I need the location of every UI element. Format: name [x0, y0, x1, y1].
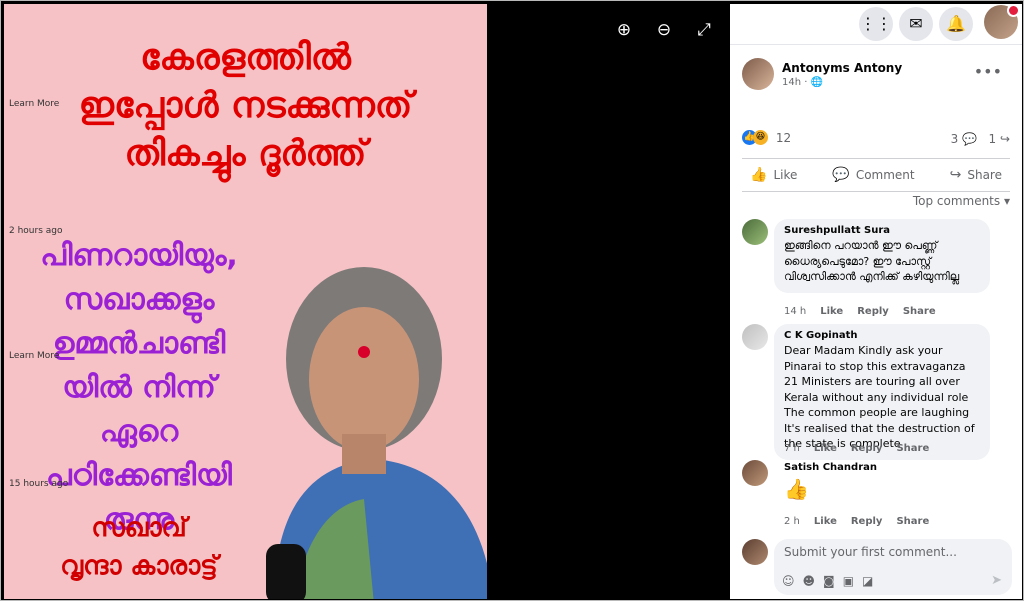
fullscreen-icon[interactable]: ⤢	[693, 19, 715, 41]
image-viewer-backdrop: ⊕ ⊖ ⤢	[487, 4, 729, 599]
poster-middle-line: സഖാക്കളും	[63, 282, 215, 317]
woman-photo	[266, 267, 487, 599]
comment-actions: 2 h Like Reply Share	[784, 516, 943, 527]
comment-input[interactable]: Submit your first comment... ☺☻◙▣◪ ➤	[774, 539, 1012, 595]
comment-time[interactable]: 14 h	[784, 306, 806, 317]
commenter-name[interactable]: Satish Chandran	[784, 462, 877, 473]
gif-icon[interactable]: ▣	[843, 574, 862, 588]
author-name[interactable]: Antonyms Antony	[782, 61, 902, 75]
composer-tools: ☺☻◙▣◪	[782, 574, 881, 588]
comment-bubble-icon: 💬	[962, 132, 978, 146]
reactions-summary[interactable]: 👍😆 12 3 💬 1 ↪	[742, 130, 1010, 150]
comment-input-placeholder: Submit your first comment...	[784, 545, 957, 559]
haha-reaction-icon: 😆	[753, 130, 768, 145]
overlay-learn-more[interactable]: Learn More	[9, 351, 59, 361]
comment-button[interactable]: 💬 Comment	[824, 167, 922, 183]
comment-icon: 💬	[832, 167, 850, 183]
comment-content: Satish Chandran 👍	[784, 462, 877, 501]
poster-signature-line: വൃന്ദാ കാരാട്ട്	[60, 551, 218, 581]
commenter-avatar[interactable]	[742, 460, 768, 486]
overlay-learn-more[interactable]: Learn More	[9, 99, 59, 109]
comment-time[interactable]: 7 h	[784, 443, 800, 454]
post-time[interactable]: 14h	[782, 77, 801, 88]
like-label: Like	[773, 168, 798, 182]
share-label: Share	[967, 168, 1002, 182]
shares-count[interactable]: 1	[988, 132, 996, 146]
avatar-sticker-icon[interactable]: ☺	[782, 574, 803, 588]
commenter-avatar[interactable]	[742, 219, 768, 245]
messenger-icon[interactable]: ✉	[899, 7, 933, 41]
poster-middle-line: പഠിക്കേണ്ടിയി	[46, 458, 232, 493]
poster-middle-line: ഏറെ	[99, 414, 179, 449]
poster-middle-line: പിണറായിയും,	[40, 238, 238, 273]
comment-share-button[interactable]: Share	[896, 516, 929, 527]
comment-item: C K Gopinath Dear Madam Kindly ask your …	[742, 324, 1012, 460]
comment-like-button[interactable]: Like	[820, 306, 843, 317]
comment-text: ഇങ്ങിനെ പറയാൻ ഈ പെണ്ണ് ധൈര്യപെടുമോ? ഈ പോ…	[784, 239, 960, 283]
comment-share-button[interactable]: Share	[896, 443, 929, 454]
poster-middle-line: യിൽ നിന്ന്	[62, 370, 216, 405]
comment-actions: 14 h Like Reply Share	[784, 306, 950, 317]
sort-label: Top comments	[912, 194, 1001, 208]
share-icon: ↪	[949, 167, 962, 183]
sticker-icon[interactable]: ◪	[862, 574, 881, 588]
comment-time[interactable]: 2 h	[784, 516, 800, 527]
comment-like-button[interactable]: Like	[814, 443, 837, 454]
zoom-out-icon[interactable]: ⊖	[653, 19, 675, 41]
comment-emoji: 👍	[784, 477, 809, 501]
comment-bubble: Sureshpullatt Sura ഇങ്ങിനെ പറയാൻ ഈ പെണ്ണ…	[774, 219, 990, 293]
poster-middle-text: പിണറായിയും, സഖാക്കളും ഉമ്മൻചാണ്ടി യിൽ നി…	[4, 234, 274, 542]
counts-right: 3 💬 1 ↪	[951, 132, 1010, 146]
comments-count[interactable]: 3	[951, 132, 959, 146]
poster-title: കേരളത്തിൽ ഇപ്പോൾ നടക്കുന്നത് തികച്ചും ദൂ…	[4, 34, 487, 178]
zoom-in-icon[interactable]: ⊕	[613, 19, 635, 41]
commenter-avatar[interactable]	[742, 324, 768, 350]
app-window: കേരളത്തിൽ ഇപ്പോൾ നടക്കുന്നത് തികച്ചും ദൂ…	[0, 0, 1024, 601]
share-arrow-icon: ↪	[999, 132, 1010, 146]
comment-reply-button[interactable]: Reply	[851, 516, 883, 527]
emoji-icon[interactable]: ☻	[803, 574, 824, 588]
poster-signature-line: സഖാവ്	[91, 513, 187, 543]
poster-title-line: ഇപ്പോൾ നടക്കുന്നത്	[78, 85, 413, 126]
notification-dot	[1007, 4, 1020, 17]
comment-reply-button[interactable]: Reply	[857, 306, 889, 317]
globe-icon: 🌐	[810, 77, 824, 88]
poster-title-line: തികച്ചും ദൂർത്ത്	[124, 133, 367, 174]
post-header: Antonyms Antony 14h · 🌐 •••	[742, 58, 1012, 94]
post-image[interactable]: കേരളത്തിൽ ഇപ്പോൾ നടക്കുന്നത് തികച്ചും ദൂ…	[4, 4, 487, 599]
top-nav: ⋮⋮ ✉ 🔔	[730, 4, 1022, 45]
post-side-panel: ⋮⋮ ✉ 🔔 Antonyms Antony 14h · 🌐 ••• 👍😆 12…	[730, 4, 1022, 599]
share-button[interactable]: ↪ Share	[942, 167, 1010, 183]
comment-item: Satish Chandran 👍	[742, 460, 1012, 520]
poster-title-line: കേരളത്തിൽ	[140, 37, 351, 78]
comment-bubble: C K Gopinath Dear Madam Kindly ask your …	[774, 324, 990, 460]
menu-grid-icon[interactable]: ⋮⋮	[859, 7, 893, 41]
poster-signature: സഖാവ് വൃന്ദാ കാരാട്ട്	[4, 509, 274, 585]
thumbs-up-icon: 👍	[750, 167, 768, 183]
notifications-bell-icon[interactable]: 🔔	[939, 7, 973, 41]
send-icon[interactable]: ➤	[991, 573, 1002, 588]
comment-sort-dropdown[interactable]: Top comments ▾	[913, 194, 1010, 208]
post-meta: 14h · 🌐	[782, 77, 824, 88]
comment-reply-button[interactable]: Reply	[851, 443, 883, 454]
caret-down-icon: ▾	[1003, 194, 1010, 208]
overlay-timestamp: 2 hours ago	[9, 226, 63, 236]
camera-icon[interactable]: ◙	[823, 574, 843, 588]
overlay-timestamp: 15 hours ago	[9, 479, 69, 489]
post-actions-bar: 👍 Like 💬 Comment ↪ Share	[742, 158, 1010, 192]
commenter-name[interactable]: Sureshpullatt Sura	[784, 225, 980, 236]
comment-label: Comment	[855, 168, 915, 182]
like-button[interactable]: 👍 Like	[742, 167, 805, 183]
reactions-count: 12	[775, 130, 792, 145]
commenter-name[interactable]: C K Gopinath	[784, 330, 980, 341]
author-avatar[interactable]	[742, 58, 774, 90]
current-user-avatar	[742, 539, 768, 565]
comment-text: Dear Madam Kindly ask your Pinarai to st…	[784, 344, 975, 450]
comment-share-button[interactable]: Share	[903, 306, 936, 317]
comment-item: Sureshpullatt Sura ഇങ്ങിനെ പറയാൻ ഈ പെണ്ണ…	[742, 219, 1012, 319]
comment-like-button[interactable]: Like	[814, 516, 837, 527]
more-options-icon[interactable]: •••	[974, 62, 1002, 81]
comment-actions: 7 h Like Reply Share	[784, 443, 943, 454]
